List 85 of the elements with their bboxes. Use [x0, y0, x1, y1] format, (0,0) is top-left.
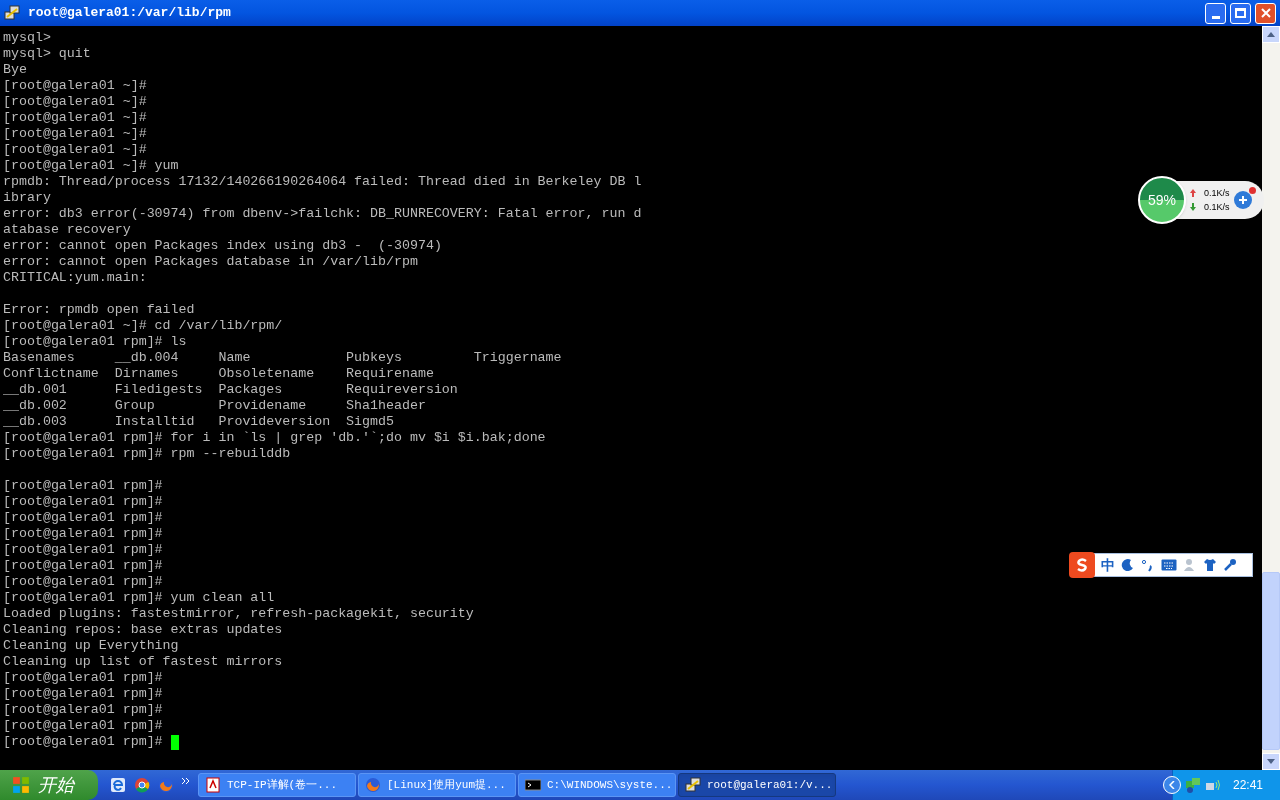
network-icon[interactable]	[1185, 777, 1201, 793]
close-button[interactable]	[1255, 2, 1276, 24]
terminal-line: __db.002 Group Providename Sha1header	[3, 398, 426, 414]
terminal-line: [root@galera01 rpm]#	[3, 542, 163, 558]
terminal-line: [root@galera01 rpm]#	[3, 526, 163, 542]
terminal-line: [root@galera01 rpm]#	[3, 510, 163, 526]
scrollbar[interactable]	[1262, 26, 1280, 770]
terminal-line: [root@galera01 rpm]#	[3, 702, 163, 718]
terminal-line: [root@galera01 rpm]#	[3, 734, 164, 750]
pdf-icon	[205, 777, 221, 793]
terminal-app-icon	[685, 777, 701, 793]
terminal-line: [root@galera01 rpm]# ls	[3, 334, 187, 350]
terminal-line: [root@galera01 ~]#	[3, 78, 147, 94]
ime-mode-button[interactable]: 中	[1101, 554, 1115, 576]
scroll-up-button[interactable]	[1262, 26, 1280, 43]
usage-percent: 59%	[1148, 190, 1176, 210]
down-arrow-icon	[1267, 759, 1275, 764]
taskbar-button[interactable]: C:\WINDOWS\syste...	[518, 773, 676, 797]
browser-icon	[365, 777, 381, 793]
scroll-thumb[interactable]	[1262, 572, 1280, 750]
taskbar-button[interactable]: [Linux]使用yum提...	[358, 773, 516, 797]
close-icon	[1260, 8, 1271, 18]
terminal-line: [root@galera01 ~]#	[3, 142, 147, 158]
text-cursor	[170, 734, 179, 750]
internet-explorer-icon[interactable]	[110, 777, 126, 793]
terminal-line: [root@galera01 ~]#	[3, 126, 147, 142]
console-icon	[525, 777, 541, 793]
terminal-line: Conflictname Dirnames Obsoletename Requirename	[3, 366, 434, 382]
scroll-down-button[interactable]	[1262, 753, 1280, 770]
terminal-line: [root@galera01 rpm]# for i in `ls | grep 'db.'`;do mv $i $i.bak;done	[3, 430, 546, 446]
moon-icon[interactable]	[1121, 558, 1135, 572]
terminal-line: __db.003 Installtid Provideversion Sigmd5	[3, 414, 394, 430]
terminal-line: Bye	[3, 62, 27, 78]
terminal-line: mysql> quit	[3, 46, 91, 62]
maximize-button[interactable]	[1230, 2, 1251, 24]
terminal-line: [root@galera01 rpm]#	[3, 558, 163, 574]
start-button[interactable]: 开始	[0, 770, 98, 800]
terminal-line: Cleaning up list of fastest mirrors	[3, 654, 283, 670]
terminal-line: error: cannot open Packages index using db3 - (-30974)	[3, 238, 442, 254]
double-chevron-icon[interactable]	[182, 778, 190, 784]
shirt-icon[interactable]	[1203, 558, 1217, 572]
windows-logo-icon	[12, 776, 30, 794]
terminal-line: mysql>	[3, 30, 51, 46]
terminal-line: Basenames __db.004 Name Pubkeys Triggername	[3, 350, 562, 366]
terminal-line: [root@galera01 rpm]#	[3, 718, 163, 734]
keyboard-icon[interactable]	[1161, 559, 1177, 571]
terminal-line: [root@galera01 rpm]#	[3, 686, 163, 702]
up-arrow-icon	[1190, 189, 1196, 197]
terminal-line: atabase recovery	[3, 222, 131, 238]
terminal-line: CRITICAL:yum.main:	[3, 270, 147, 286]
punctuation-icon[interactable]	[1141, 558, 1155, 572]
terminal-line: [root@galera01 ~]# yum	[3, 158, 179, 174]
minimize-button[interactable]	[1205, 2, 1226, 24]
chrome-icon[interactable]	[134, 777, 150, 793]
terminal-line: [root@galera01 rpm]#	[3, 478, 163, 494]
terminal-line: Cleaning up Everything	[3, 638, 179, 654]
network-widget[interactable]: 59% 0.1K/s 0.1K/s	[1138, 176, 1264, 224]
terminal-line: [root@galera01 rpm]#	[3, 574, 163, 590]
terminal-line: error: cannot open Packages database in /var/lib/rpm	[3, 254, 418, 270]
download-speed: 0.1K/s	[1204, 201, 1230, 214]
up-arrow-icon	[1267, 32, 1275, 37]
terminal-line: rpmdb: Thread/process 17132/140266190264064 failed: Thread died in Berkeley DB l	[3, 174, 642, 190]
terminal-line: [root@galera01 rpm]#	[3, 670, 163, 686]
upload-speed: 0.1K/s	[1204, 187, 1230, 200]
taskbar-button[interactable]: root@galera01:/v...	[678, 773, 836, 797]
terminal-line: [root@galera01 rpm]#	[3, 494, 163, 510]
terminal-line: __db.001 Filedigests Packages Requireversion	[3, 382, 458, 398]
terminal-line: [root@galera01 rpm]# yum clean all	[3, 590, 275, 606]
wrench-icon[interactable]	[1223, 558, 1237, 572]
terminal-line: error: db3 error(-30974) from dbenv->failchk: DB_RUNRECOVERY: Fatal error, run d	[3, 206, 642, 222]
plus-icon	[1237, 195, 1248, 205]
browser-icon	[158, 777, 174, 793]
terminal-line: Cleaning repos: base extras updates	[3, 622, 283, 638]
terminal-line: ibrary	[3, 190, 51, 206]
terminal-app-icon	[4, 5, 20, 21]
terminal-line: Error: rpmdb open failed	[3, 302, 195, 318]
clock[interactable]: 22:41	[1233, 776, 1264, 794]
window-title: root@galera01:/var/lib/rpm	[27, 4, 231, 23]
taskbar-button[interactable]: TCP-IP详解(卷一...	[198, 773, 356, 797]
terminal-line: [root@galera01 ~]# cd /var/lib/rpm/	[3, 318, 283, 334]
terminal-line: [root@galera01 rpm]# rpm --rebuilddb	[3, 446, 291, 462]
terminal-line: [root@galera01 ~]#	[3, 94, 147, 110]
terminal-line: [root@galera01 ~]#	[3, 110, 147, 126]
terminal-line: Loaded plugins: fastestmirror, refresh-packagekit, security	[3, 606, 474, 622]
down-arrow-icon	[1190, 203, 1196, 211]
